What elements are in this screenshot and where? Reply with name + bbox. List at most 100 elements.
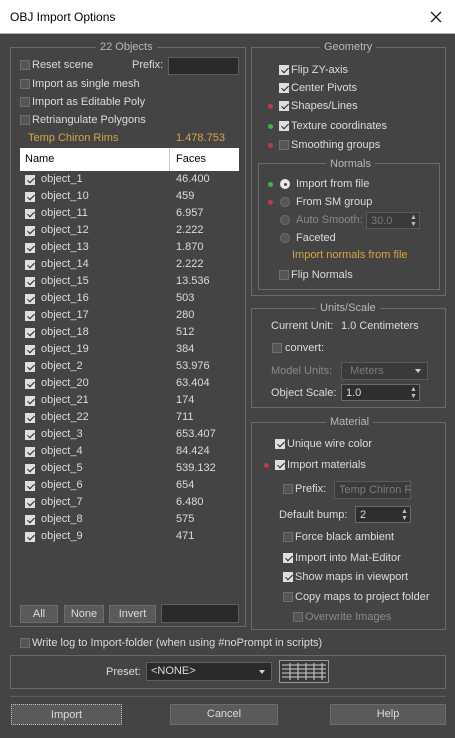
object-row[interactable]: object_3 653.407 (20, 427, 239, 444)
object-row-checkbox[interactable] (25, 192, 35, 202)
object-row-checkbox[interactable] (25, 243, 35, 253)
object-row-checkbox[interactable] (25, 515, 35, 525)
object-row-name: object_20 (41, 377, 89, 389)
object-row[interactable]: object_20 63.404 (20, 376, 239, 393)
object-row-checkbox[interactable] (25, 532, 35, 542)
object-row-checkbox[interactable] (25, 379, 35, 389)
object-row[interactable]: object_5 539.132 (20, 461, 239, 478)
list-filter-input[interactable] (161, 604, 239, 623)
object-prefix-input[interactable] (168, 57, 239, 75)
object-row[interactable]: object_14 2.222 (20, 257, 239, 274)
object-row[interactable]: object_21 174 (20, 393, 239, 410)
shapes-lines-checkbox[interactable] (279, 101, 289, 111)
invert-selection-button[interactable]: Invert (109, 605, 156, 623)
object-row[interactable]: object_6 654 (20, 478, 239, 495)
reset-scene-checkbox[interactable] (20, 60, 30, 70)
column-faces-header[interactable]: Faces (176, 153, 206, 165)
object-row-checkbox[interactable] (25, 328, 35, 338)
show-maps-checkbox[interactable] (283, 572, 293, 582)
object-row[interactable]: object_11 6.957 (20, 206, 239, 223)
object-row-checkbox[interactable] (25, 209, 35, 219)
object-row-checkbox[interactable] (25, 277, 35, 287)
model-units-select[interactable]: Meters (341, 362, 428, 380)
retriangulate-checkbox[interactable] (20, 115, 30, 125)
force-black-ambient-label: Force black ambient (295, 531, 395, 543)
select-none-button[interactable]: None (64, 605, 104, 623)
object-row[interactable]: object_7 6.480 (20, 495, 239, 512)
object-row-checkbox[interactable] (25, 294, 35, 304)
object-row[interactable]: object_13 1.870 (20, 240, 239, 257)
object-row-checkbox[interactable] (25, 430, 35, 440)
flip-zy-checkbox[interactable] (279, 65, 289, 75)
overwrite-images-checkbox[interactable] (293, 612, 303, 622)
object-row-checkbox[interactable] (25, 345, 35, 355)
cancel-button[interactable]: Cancel (170, 704, 278, 725)
object-row-faces: 174 (176, 394, 195, 406)
object-row-checkbox[interactable] (25, 362, 35, 372)
object-row[interactable]: object_9 471 (20, 529, 239, 546)
object-row-checkbox[interactable] (25, 447, 35, 457)
force-black-ambient-checkbox[interactable] (283, 532, 293, 542)
preset-grid-icon[interactable] (279, 660, 329, 683)
object-row-checkbox[interactable] (25, 396, 35, 406)
object-row[interactable]: object_18 512 (20, 325, 239, 342)
smoothing-groups-checkbox[interactable] (279, 140, 289, 150)
object-row[interactable]: object_22 711 (20, 410, 239, 427)
material-prefix-input[interactable]: Temp Chiron Rir (334, 481, 411, 499)
object-row[interactable]: object_19 384 (20, 342, 239, 359)
close-icon[interactable] (425, 6, 447, 28)
write-log-checkbox[interactable] (20, 638, 30, 648)
column-name-header[interactable]: Name (25, 153, 54, 165)
from-sm-group-radio[interactable] (280, 197, 290, 207)
object-row-checkbox[interactable] (25, 175, 35, 185)
unique-wire-color-label: Unique wire color (287, 438, 372, 450)
auto-smooth-spinner-icon[interactable]: ▲ ▼ (408, 213, 419, 228)
window-title: OBJ Import Options (10, 10, 116, 24)
object-row[interactable]: object_2 53.976 (20, 359, 239, 376)
object-row-checkbox[interactable] (25, 481, 35, 491)
object-row-faces: 512 (176, 326, 195, 338)
object-row-checkbox[interactable] (25, 464, 35, 474)
auto-smooth-radio[interactable] (280, 215, 290, 225)
object-row[interactable]: object_8 575 (20, 512, 239, 529)
objects-count-title: 22 Objects (96, 41, 157, 53)
default-bump-spinner-icon[interactable]: ▲ ▼ (399, 507, 410, 522)
import-from-file-radio[interactable] (280, 179, 290, 189)
default-bump-input[interactable]: 2 ▲ ▼ (355, 506, 411, 523)
object-scale-input[interactable]: 1.0 ▲ ▼ (341, 384, 420, 401)
object-row[interactable]: object_1 46.400 (20, 172, 239, 189)
object-row-checkbox[interactable] (25, 260, 35, 270)
object-scale-spinner-icon[interactable]: ▲ ▼ (408, 385, 419, 400)
copy-maps-checkbox[interactable] (283, 592, 293, 602)
object-row-checkbox[interactable] (25, 498, 35, 508)
object-row-checkbox[interactable] (25, 413, 35, 423)
select-all-button[interactable]: All (20, 605, 58, 623)
materials-status-dot (264, 463, 269, 468)
import-editable-poly-checkbox[interactable] (20, 97, 30, 107)
object-row-checkbox[interactable] (25, 311, 35, 321)
convert-checkbox[interactable] (272, 343, 282, 353)
object-row[interactable]: object_12 2.222 (20, 223, 239, 240)
object-row[interactable]: object_17 280 (20, 308, 239, 325)
object-row-name: object_2 (41, 360, 83, 372)
normals-title: Normals (326, 158, 375, 170)
import-single-mesh-checkbox[interactable] (20, 79, 30, 89)
object-row-checkbox[interactable] (25, 226, 35, 236)
flip-normals-checkbox[interactable] (279, 270, 289, 280)
preset-select[interactable]: <NONE> (146, 662, 272, 681)
import-materials-checkbox[interactable] (275, 460, 285, 470)
help-button[interactable]: Help (330, 704, 446, 725)
object-row[interactable]: object_15 13.536 (20, 274, 239, 291)
normals-note: Import normals from file (292, 249, 408, 261)
auto-smooth-input[interactable]: 30.0 ▲ ▼ (366, 212, 420, 229)
object-row[interactable]: object_16 503 (20, 291, 239, 308)
object-row[interactable]: object_4 84.424 (20, 444, 239, 461)
unique-wire-color-checkbox[interactable] (275, 439, 285, 449)
import-mat-editor-checkbox[interactable] (283, 553, 293, 563)
center-pivots-checkbox[interactable] (279, 83, 289, 93)
texture-coords-checkbox[interactable] (279, 121, 289, 131)
import-button[interactable]: Import (11, 704, 122, 725)
material-prefix-checkbox[interactable] (283, 484, 293, 494)
object-row[interactable]: object_10 459 (20, 189, 239, 206)
faceted-radio[interactable] (280, 233, 290, 243)
